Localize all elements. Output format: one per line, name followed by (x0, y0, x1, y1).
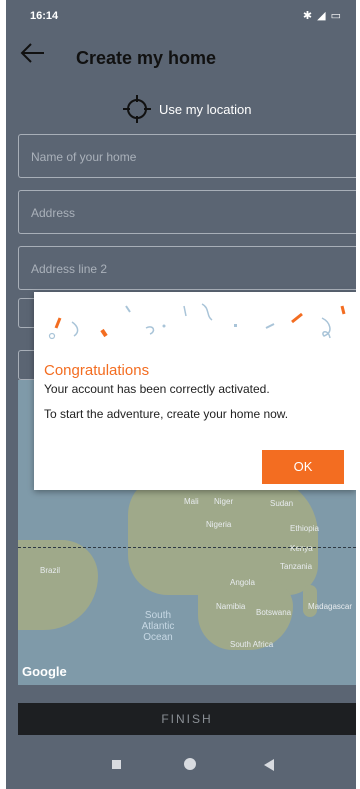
map-label: Tanzania (280, 562, 313, 571)
map-label: Niger (214, 497, 234, 506)
status-bar: 16:14 ✱ ◢ ▭ (6, 0, 356, 30)
equator-line (18, 547, 356, 548)
address-line2-input[interactable]: Address line 2 (18, 246, 356, 290)
address2-placeholder: Address line 2 (31, 262, 108, 276)
status-time: 16:14 (30, 10, 59, 22)
ocean-label: South Atlantic Ocean (141, 610, 175, 643)
system-nav-bar (6, 742, 356, 789)
google-logo: Google (22, 664, 67, 679)
use-location-label: Use my location (159, 102, 252, 117)
map-label: Nigeria (206, 520, 232, 529)
map-land-madagascar (303, 585, 317, 617)
app-screen: 16:14 ✱ ◢ ▭ Create my home Use my locati… (6, 0, 356, 789)
map-label: Angola (230, 578, 255, 587)
home-name-placeholder: Name of your home (31, 150, 137, 164)
map-label: Madagascar (308, 602, 353, 611)
app-bar: Create my home (6, 30, 356, 86)
dialog-message-create-home: To start the adventure, create your home… (44, 407, 289, 421)
back-icon[interactable] (264, 759, 274, 771)
finish-button[interactable]: FINISH (18, 703, 356, 735)
map-land-brazil (18, 540, 98, 630)
status-icons: ✱ ◢ ▭ (302, 10, 342, 22)
map-label: Ethiopia (290, 524, 319, 533)
congratulations-dialog: Congratulations Your account has been co… (34, 292, 356, 490)
use-location-button[interactable]: Use my location (6, 92, 356, 128)
map-label: Sudan (270, 499, 294, 508)
confetti-icon (48, 303, 346, 340)
home-icon[interactable] (184, 758, 196, 770)
back-arrow-icon[interactable] (20, 40, 50, 70)
page-title: Create my home (76, 48, 217, 68)
map-label: South Africa (230, 640, 274, 649)
ok-button[interactable]: OK (262, 450, 344, 484)
map-label: Botswana (256, 608, 292, 617)
home-name-input[interactable]: Name of your home (18, 134, 356, 178)
map-label: Kenya (290, 544, 313, 553)
recents-icon[interactable] (112, 760, 121, 769)
map-label: Mali (184, 497, 199, 506)
map-label: Brazil (40, 566, 61, 575)
dialog-title: Congratulations (44, 362, 150, 379)
crosshair-icon (122, 94, 152, 124)
map-land-africa (128, 475, 318, 595)
address-placeholder: Address (31, 206, 76, 220)
address-input[interactable]: Address (18, 190, 356, 234)
dialog-message-activated: Your account has been correctly activate… (44, 382, 270, 396)
map-label: Namibia (216, 602, 246, 611)
